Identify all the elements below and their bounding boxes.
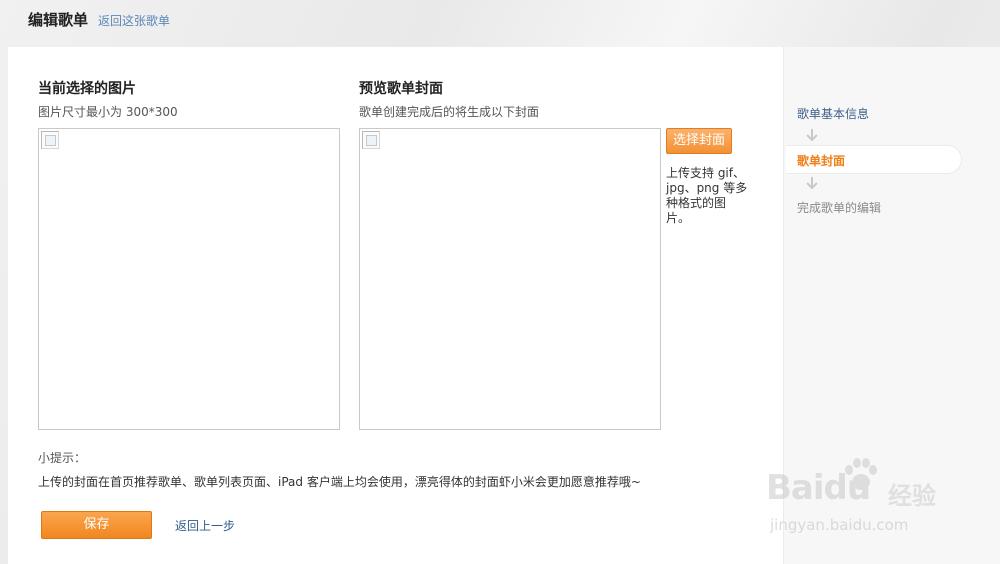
step-down-arrow-icon — [806, 129, 818, 142]
step-down-arrow-icon — [806, 177, 818, 190]
back-step-link[interactable]: 返回上一步 — [175, 517, 235, 534]
tips-label: 小提示： — [38, 451, 87, 465]
step-cover: 歌单封面 — [797, 154, 846, 168]
current-image-size-hint: 图片尺寸最小为 300*300 — [38, 105, 178, 119]
step-finish: 完成歌单的编辑 — [797, 201, 882, 215]
preview-cover-hint: 歌单创建完成后的将生成以下封面 — [359, 105, 540, 119]
choose-cover-button[interactable]: 选择封面 — [666, 128, 732, 154]
upload-format-note: 上传支持 gif、jpg、png 等多种格式的图片。 — [666, 166, 748, 225]
page-header: 编辑歌单 返回这张歌单 — [28, 9, 170, 33]
watermark-logo-text: Baidu — [766, 468, 871, 508]
baidu-jingyan-watermark: Baidu 经验 jingyan.baidu.com — [760, 458, 960, 542]
broken-image-icon — [362, 131, 380, 149]
watermark-brand-text: 经验 — [888, 482, 936, 510]
current-image-title: 当前选择的图片 — [38, 81, 136, 97]
save-button[interactable]: 保存 — [41, 511, 152, 539]
preview-cover-title: 预览歌单封面 — [359, 81, 443, 97]
back-to-playlist-link[interactable]: 返回这张歌单 — [98, 12, 170, 29]
cover-preview-frame — [359, 128, 661, 430]
watermark-url: jingyan.baidu.com — [770, 516, 909, 534]
broken-image-icon — [41, 131, 59, 149]
step-basic-info[interactable]: 歌单基本信息 — [797, 105, 869, 122]
page-title: 编辑歌单 — [28, 11, 89, 29]
tips-text: 上传的封面在首页推荐歌单、歌单列表页面、iPad 客户端上均会使用，漂亮得体的封… — [38, 475, 641, 489]
current-image-frame[interactable] — [38, 128, 340, 430]
